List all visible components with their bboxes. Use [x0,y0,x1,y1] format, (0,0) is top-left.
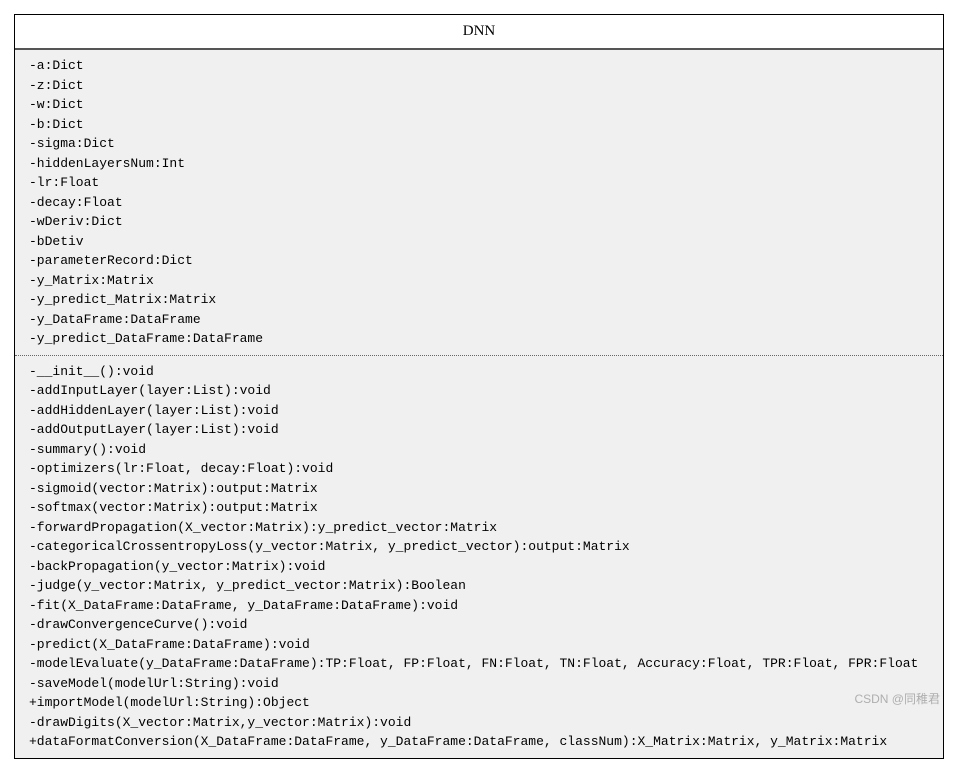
attribute-row: -y_predict_DataFrame:DataFrame [29,329,929,349]
method-row: -drawConvergenceCurve():void [29,615,929,635]
attribute-row: -parameterRecord:Dict [29,251,929,271]
method-row: -softmax(vector:Matrix):output:Matrix [29,498,929,518]
attribute-row: -y_predict_Matrix:Matrix [29,290,929,310]
watermark: CSDN @同稚君 [854,690,940,707]
method-row: +importModel(modelUrl:String):Object [29,693,929,713]
method-row: -optimizers(lr:Float, decay:Float):void [29,459,929,479]
attributes-section: -a:Dict-z:Dict-w:Dict-b:Dict-sigma:Dict-… [15,50,943,356]
class-name-section: DNN [15,15,943,50]
method-row: -summary():void [29,440,929,460]
attribute-row: -hiddenLayersNum:Int [29,154,929,174]
method-row: -addHiddenLayer(layer:List):void [29,401,929,421]
method-row: -saveModel(modelUrl:String):void [29,674,929,694]
attribute-row: -a:Dict [29,56,929,76]
method-row: -fit(X_DataFrame:DataFrame, y_DataFrame:… [29,596,929,616]
attribute-row: -bDetiv [29,232,929,252]
method-row: -judge(y_vector:Matrix, y_predict_vector… [29,576,929,596]
method-row: -backPropagation(y_vector:Matrix):void [29,557,929,577]
attribute-row: -z:Dict [29,76,929,96]
method-row: -forwardPropagation(X_vector:Matrix):y_p… [29,518,929,538]
attribute-row: -wDeriv:Dict [29,212,929,232]
attribute-row: -lr:Float [29,173,929,193]
attribute-row: -sigma:Dict [29,134,929,154]
attribute-row: -b:Dict [29,115,929,135]
uml-class-diagram: DNN -a:Dict-z:Dict-w:Dict-b:Dict-sigma:D… [14,14,944,759]
method-row: -categoricalCrossentropyLoss(y_vector:Ma… [29,537,929,557]
attribute-row: -y_DataFrame:DataFrame [29,310,929,330]
methods-section: -__init__():void-addInputLayer(layer:Lis… [15,356,943,758]
method-row: -addInputLayer(layer:List):void [29,381,929,401]
method-row: -modelEvaluate(y_DataFrame:DataFrame):TP… [29,654,929,674]
method-row: -sigmoid(vector:Matrix):output:Matrix [29,479,929,499]
attribute-row: -w:Dict [29,95,929,115]
method-row: -addOutputLayer(layer:List):void [29,420,929,440]
method-row: +dataFormatConversion(X_DataFrame:DataFr… [29,732,929,752]
class-name: DNN [463,23,496,39]
method-row: -drawDigits(X_vector:Matrix,y_vector:Mat… [29,713,929,733]
attribute-row: -decay:Float [29,193,929,213]
attribute-row: -y_Matrix:Matrix [29,271,929,291]
method-row: -predict(X_DataFrame:DataFrame):void [29,635,929,655]
method-row: -__init__():void [29,362,929,382]
